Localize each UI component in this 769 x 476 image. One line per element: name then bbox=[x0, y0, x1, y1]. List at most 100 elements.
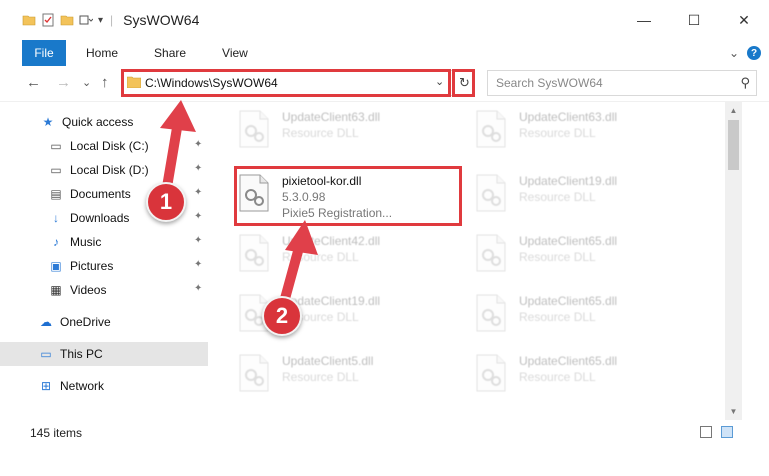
sidebar-item-label: Documents bbox=[70, 187, 131, 201]
new-folder-icon[interactable] bbox=[60, 13, 74, 27]
sidebar-item-label: Quick access bbox=[62, 115, 134, 129]
up-button[interactable]: ↑ bbox=[101, 74, 109, 91]
search-input[interactable]: Search SysWOW64 ⚲ bbox=[487, 70, 757, 96]
search-icon[interactable]: ⚲ bbox=[740, 75, 750, 91]
sidebar-item[interactable]: ▭ This PC bbox=[0, 342, 208, 366]
close-button[interactable]: ✕ bbox=[719, 0, 769, 40]
sidebar-item[interactable]: ★ Quick access bbox=[0, 110, 210, 134]
maximize-button[interactable]: ☐ bbox=[669, 0, 719, 40]
customize-toolbar-icon[interactable] bbox=[79, 13, 93, 27]
sidebar-item-label: Videos bbox=[70, 283, 107, 297]
ribbon-tabs: File Home Share View ⌄ ? bbox=[0, 40, 769, 66]
cloud-icon: ☁ bbox=[40, 315, 52, 329]
details-view-icon[interactable] bbox=[700, 426, 712, 438]
sidebar-item[interactable]: ▣ Pictures ✦ bbox=[0, 254, 210, 278]
sidebar-item-label: OneDrive bbox=[60, 315, 111, 329]
videos-icon: ▦ bbox=[50, 283, 62, 297]
refresh-highlight-box bbox=[452, 69, 475, 97]
file-item[interactable]: UpdateClient42.dll Resource DLL bbox=[220, 226, 450, 280]
sidebar-item[interactable]: ▭ Local Disk (C:) ✦ bbox=[0, 134, 210, 158]
sidebar-item[interactable]: ☁ OneDrive bbox=[0, 310, 210, 334]
file-item[interactable]: UpdateClient65.dll Resource DLL bbox=[457, 226, 687, 280]
forward-button[interactable]: → bbox=[56, 74, 71, 91]
dll-file-icon bbox=[239, 174, 269, 212]
sidebar-item-label: Local Disk (C:) bbox=[70, 139, 149, 153]
pin-icon[interactable]: ✦ bbox=[194, 283, 202, 294]
scroll-up-icon[interactable]: ▲ bbox=[725, 102, 742, 119]
drive-icon: ▭ bbox=[50, 139, 62, 153]
sidebar-item[interactable]: ▦ Videos ✦ bbox=[0, 278, 210, 302]
file-item[interactable]: UpdateClient63.dll Resource DLL bbox=[220, 102, 450, 156]
large-icons-view-icon[interactable] bbox=[721, 426, 733, 438]
sidebar-item-label: This PC bbox=[60, 347, 103, 361]
sidebar-item[interactable]: ▭ Local Disk (D:) ✦ bbox=[0, 158, 210, 182]
pin-icon[interactable]: ✦ bbox=[194, 211, 202, 222]
sidebar-item-label: Downloads bbox=[70, 211, 130, 225]
sidebar-item[interactable]: ⊞ Network bbox=[0, 374, 210, 398]
pin-icon[interactable]: ✦ bbox=[194, 235, 202, 246]
file-name: UpdateClient63.dll bbox=[282, 110, 381, 124]
file-description: Resource DLL bbox=[519, 126, 596, 140]
file-item[interactable]: UpdateClient19.dll Resource DLL bbox=[457, 166, 687, 220]
pictures-icon: ▣ bbox=[50, 259, 62, 273]
file-item[interactable]: UpdateClient5.dll Resource DLL bbox=[220, 346, 450, 400]
dll-file-icon bbox=[476, 110, 506, 148]
downloads-icon: ↓ bbox=[53, 211, 59, 225]
file-item[interactable]: UpdateClient65.dll Resource DLL bbox=[457, 346, 687, 400]
file-list: UpdateClient63.dll Resource DLL pixietool-… bbox=[220, 102, 725, 420]
music-icon: ♪ bbox=[53, 235, 59, 249]
file-name: pixietool-kor.dll bbox=[282, 174, 362, 188]
file-description: Resource DLL bbox=[282, 250, 359, 264]
file-item[interactable]: UpdateClient19.dll Resource DLL bbox=[220, 286, 450, 340]
search-placeholder: Search SysWOW64 bbox=[496, 76, 603, 90]
recent-locations-button[interactable]: ⌄ bbox=[82, 76, 91, 89]
pin-icon[interactable]: ✦ bbox=[194, 187, 202, 198]
file-item[interactable]: UpdateClient65.dll Resource DLL bbox=[457, 286, 687, 340]
file-description: Resource DLL bbox=[282, 370, 359, 384]
help-icon[interactable]: ? bbox=[747, 46, 761, 60]
file-description: Resource DLL bbox=[519, 370, 596, 384]
navigation-pane: ★ Quick access ▭ Local Disk (C:) ✦ ▭ Local Dis… bbox=[0, 102, 210, 420]
scroll-down-icon[interactable]: ▼ bbox=[725, 403, 742, 420]
pin-icon[interactable]: ✦ bbox=[194, 139, 202, 150]
pin-icon[interactable]: ✦ bbox=[194, 163, 202, 174]
back-button[interactable]: ← bbox=[26, 74, 41, 91]
tab-view[interactable]: View bbox=[204, 40, 266, 66]
file-item[interactable]: pixietool-kor.dll 5.3.0.98 Pixie5 Registra… bbox=[220, 166, 450, 220]
pin-icon[interactable]: ✦ bbox=[194, 259, 202, 270]
title-bar: ▾ | SysWOW64 — ☐ ✕ bbox=[0, 0, 769, 40]
file-name: UpdateClient65.dll bbox=[519, 294, 618, 308]
dll-file-icon bbox=[476, 174, 506, 212]
sidebar-item-label: Pictures bbox=[70, 259, 114, 273]
sidebar-item[interactable]: ♪ Music ✦ bbox=[0, 230, 210, 254]
file-item[interactable]: UpdateClient63.dll Resource DLL bbox=[457, 102, 687, 156]
folder-icon[interactable] bbox=[22, 13, 36, 27]
file-description: Resource DLL bbox=[519, 250, 596, 264]
tab-share[interactable]: Share bbox=[136, 40, 204, 66]
minimize-button[interactable]: — bbox=[619, 0, 669, 40]
scrollbar-thumb[interactable] bbox=[728, 120, 739, 170]
properties-icon[interactable] bbox=[41, 13, 55, 27]
drive-icon: ▭ bbox=[50, 163, 62, 177]
window-title: SysWOW64 bbox=[123, 12, 200, 28]
vertical-scrollbar[interactable]: ▲ ▼ bbox=[725, 102, 742, 420]
file-name: UpdateClient5.dll bbox=[282, 354, 374, 368]
file-name: UpdateClient42.dll bbox=[282, 234, 381, 248]
window-controls: — ☐ ✕ bbox=[619, 0, 769, 40]
pane-divider bbox=[210, 102, 211, 420]
callout-badge-two: 2 bbox=[262, 296, 302, 336]
status-bar: 145 items bbox=[0, 420, 769, 444]
dll-file-icon bbox=[476, 354, 506, 392]
star-icon: ★ bbox=[42, 115, 54, 129]
tab-file[interactable]: File bbox=[22, 40, 66, 66]
address-bar[interactable]: C:\Windows\SysWOW64 ⌄ ↻ bbox=[121, 69, 475, 97]
navigation-bar: ← → ⌄ ↑ C:\Windows\SysWOW64 ⌄ ↻ Search S… bbox=[0, 66, 769, 102]
computer-icon: ▭ bbox=[40, 347, 52, 361]
dll-file-icon bbox=[239, 234, 269, 272]
qat-dropdown-icon[interactable]: ▾ bbox=[98, 15, 103, 26]
expand-ribbon-icon[interactable]: ⌄ bbox=[729, 46, 739, 60]
file-description: Resource DLL bbox=[519, 310, 596, 324]
network-icon: ⊞ bbox=[40, 379, 52, 393]
tab-home[interactable]: Home bbox=[66, 40, 136, 66]
file-company: Pixie5 Registration... bbox=[282, 206, 393, 220]
